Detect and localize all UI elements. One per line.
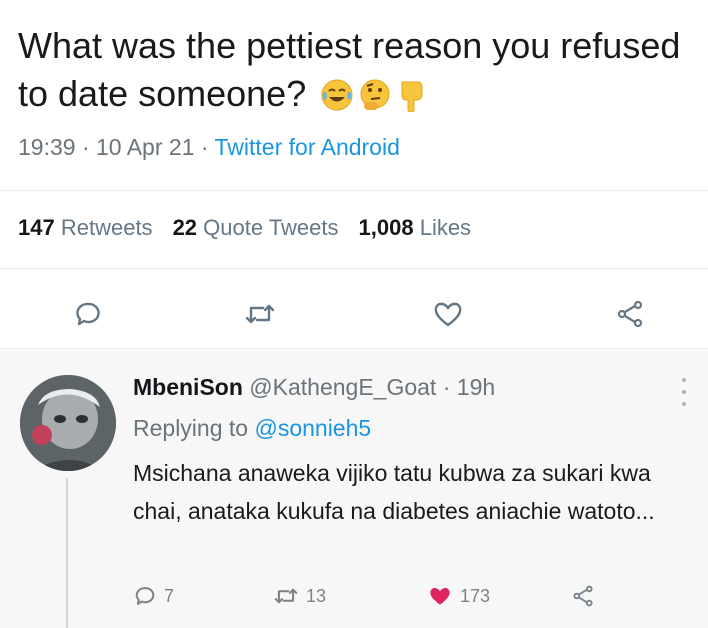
more-dot-icon	[682, 378, 686, 382]
heart-filled-icon	[430, 588, 450, 605]
retweets-stat[interactable]: 147 Retweets	[18, 215, 153, 240]
reply-action-bar: 7 13 173	[0, 578, 708, 614]
reply-text: Msichana anaweka vijiko tatu kubwa za su…	[133, 460, 655, 524]
likes-count: 1,008	[358, 215, 414, 240]
share-button[interactable]	[608, 292, 652, 336]
retweet-count: 13	[306, 585, 327, 606]
retweets-count: 147	[18, 215, 55, 240]
divider	[0, 348, 708, 349]
more-dot-icon	[682, 402, 686, 406]
share-icon	[573, 585, 593, 607]
tweet-source-link[interactable]: Twitter for Android	[215, 134, 400, 160]
reply-separator: ·	[436, 374, 457, 400]
reply-count: 7	[164, 585, 175, 606]
retweet-button[interactable]	[238, 292, 282, 336]
reply-tweet[interactable]: MbeniSon @KathengE_Goat · 19h Replying t…	[0, 350, 708, 628]
reply-retweet-button[interactable]: 13	[274, 578, 326, 614]
share-icon	[617, 300, 643, 328]
thinking-face-emoji-icon	[358, 76, 392, 124]
tweet-time: 19:39	[18, 134, 76, 160]
reply-header: MbeniSon @KathengE_Goat · 19h	[133, 374, 495, 401]
like-count: 173	[460, 585, 491, 606]
reply-icon	[76, 302, 100, 326]
retweet-icon	[274, 588, 298, 604]
replying-to: Replying to @sonnieh5	[133, 415, 371, 442]
meta-separator: ·	[75, 134, 97, 160]
divider	[0, 190, 708, 191]
reply-reply-button[interactable]: 7	[134, 578, 174, 614]
likes-label: Likes	[419, 215, 472, 240]
avatar[interactable]	[20, 375, 116, 471]
retweet-icon	[245, 304, 275, 324]
tears-of-joy-emoji-icon	[320, 76, 354, 124]
quote-tweets-stat[interactable]: 22 Quote Tweets	[173, 215, 339, 240]
reply-button[interactable]	[66, 292, 110, 336]
reply-share-button[interactable]	[572, 578, 594, 614]
more-dot-icon	[682, 390, 686, 394]
replying-handle-link[interactable]: @sonnieh5	[254, 415, 371, 441]
quotes-label: Quote Tweets	[203, 215, 339, 240]
replying-prefix: Replying to	[133, 415, 255, 441]
like-icon	[434, 302, 462, 327]
tweet-date: 10 Apr 21	[96, 134, 195, 160]
reply-time: 19h	[456, 374, 496, 400]
divider	[0, 268, 708, 269]
reply-icon	[135, 587, 155, 605]
reply-author-name[interactable]: MbeniSon	[133, 374, 243, 400]
reply-author-handle[interactable]: @KathengE_Goat	[249, 374, 436, 400]
like-button[interactable]	[426, 292, 470, 336]
tweet-text: What was the pettiest reason you refused…	[18, 22, 688, 124]
pointing-down-emoji-icon	[396, 76, 426, 124]
tweet-stats: 147 Retweets 22 Quote Tweets 1,008 Likes	[18, 215, 471, 241]
retweets-label: Retweets	[60, 215, 153, 240]
more-options-button[interactable]	[678, 378, 690, 406]
quotes-count: 22	[172, 215, 198, 240]
tweet-meta: 19:39 · 10 Apr 21 · Twitter for Android	[18, 134, 400, 161]
likes-stat[interactable]: 1,008 Likes	[359, 215, 472, 240]
tweet-action-bar	[0, 292, 708, 336]
reply-like-button[interactable]: 173	[428, 578, 490, 614]
meta-separator: ·	[194, 134, 215, 160]
